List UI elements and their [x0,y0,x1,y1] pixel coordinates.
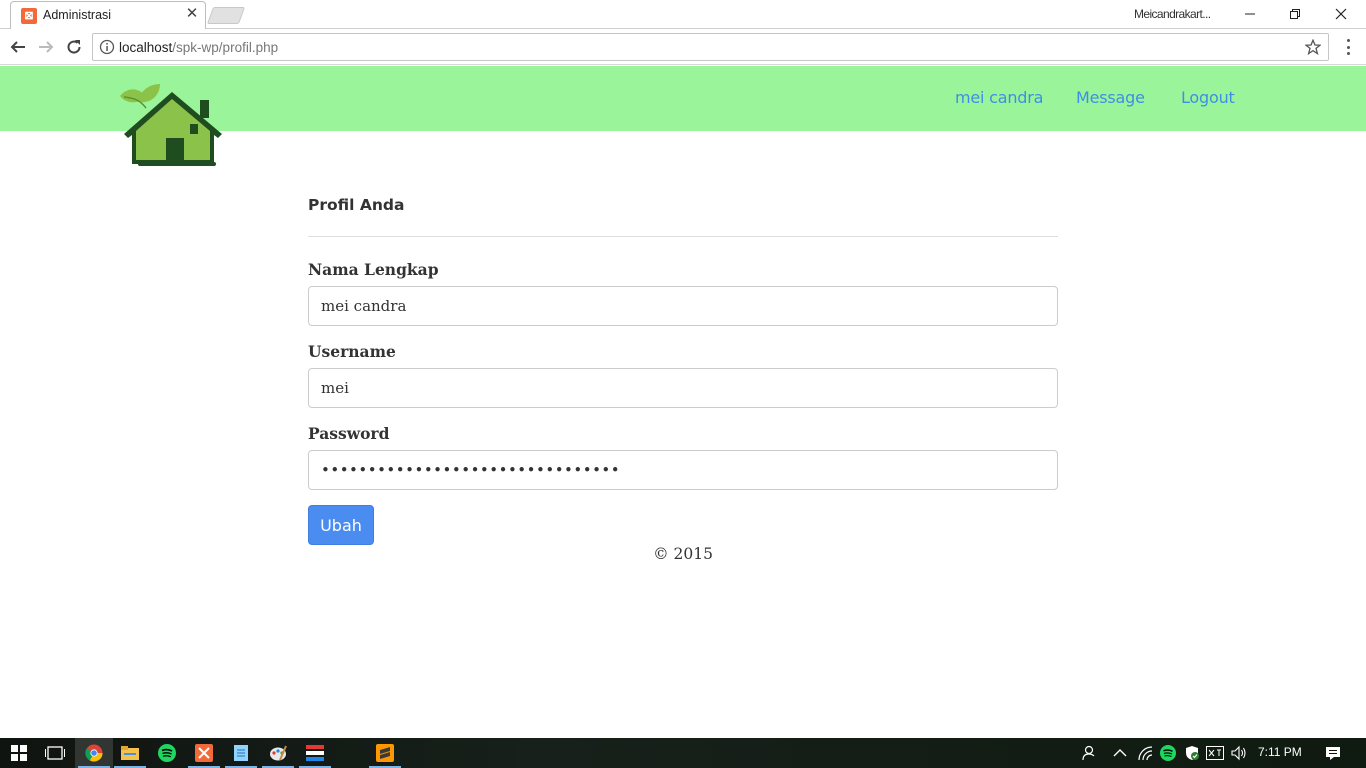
new-tab-button[interactable] [206,7,246,24]
browser-toolbar: localhost/spk-wp/profil.php [0,29,1366,65]
tab-title: Administrasi [43,8,112,22]
taskbar: 7:11 PM [0,738,1366,768]
password-label: Password [308,424,390,443]
browser-menu-icon[interactable] [1340,37,1356,57]
window-close-icon[interactable] [1318,0,1364,28]
browser-tab-strip: ⊠ Administrasi ✕ Meicandrakart... [0,0,1366,29]
url-text[interactable]: localhost/spk-wp/profil.php [119,40,278,55]
wifi-icon[interactable] [1136,744,1154,762]
browser-tab[interactable]: ⊠ Administrasi ✕ [10,1,206,29]
address-bar[interactable]: localhost/spk-wp/profil.php [92,33,1329,61]
page-title: Profil Anda [308,196,405,214]
people-icon[interactable] [1081,744,1099,762]
nav-user-link[interactable]: mei candra [955,88,1043,107]
restore-icon[interactable] [1272,0,1318,28]
action-center-icon[interactable] [1324,744,1342,762]
nav-logout-link[interactable]: Logout [1181,88,1235,107]
username-input[interactable] [308,368,1058,408]
password-input[interactable] [308,450,1058,490]
chrome-icon[interactable] [75,738,113,768]
url-path: /spk-wp/profil.php [172,40,279,55]
nama-label: Nama Lengkap [308,260,439,279]
task-view-icon[interactable] [36,738,74,768]
tab-close-icon[interactable]: ✕ [183,5,201,23]
windows-start-icon[interactable] [0,738,38,768]
xampp-icon[interactable] [185,738,223,768]
username-label: Username [308,342,396,361]
ubah-button[interactable]: Ubah [308,505,374,545]
sublime-text-icon[interactable] [366,738,404,768]
back-arrow-icon[interactable] [7,36,29,58]
nav-message-link[interactable]: Message [1076,88,1145,107]
forward-arrow-icon[interactable] [35,36,57,58]
house-logo-icon[interactable] [116,82,228,168]
bookmark-star-icon[interactable] [1302,36,1324,58]
spotify-tray-icon[interactable] [1159,744,1177,762]
chevron-up-icon[interactable] [1111,744,1129,762]
file-explorer-icon[interactable] [111,738,149,768]
nama-input[interactable] [308,286,1058,326]
ime-icon[interactable] [1206,744,1224,762]
footer-copyright: © 2015 [653,545,713,563]
app-grid-icon[interactable] [296,738,334,768]
divider [308,236,1058,237]
volume-icon[interactable] [1230,744,1248,762]
url-host: localhost [119,40,173,55]
taskbar-clock[interactable]: 7:11 PM [1258,745,1302,759]
info-icon[interactable] [99,39,115,55]
profile-name[interactable]: Meicandrakart... [1134,7,1211,21]
security-shield-icon[interactable] [1183,744,1201,762]
spotify-icon[interactable] [148,738,186,768]
minimize-icon[interactable] [1227,0,1273,28]
paint-icon[interactable] [259,738,297,768]
notepad-icon[interactable] [222,738,260,768]
reload-icon[interactable] [63,36,85,58]
xampp-favicon-icon: ⊠ [21,8,37,24]
